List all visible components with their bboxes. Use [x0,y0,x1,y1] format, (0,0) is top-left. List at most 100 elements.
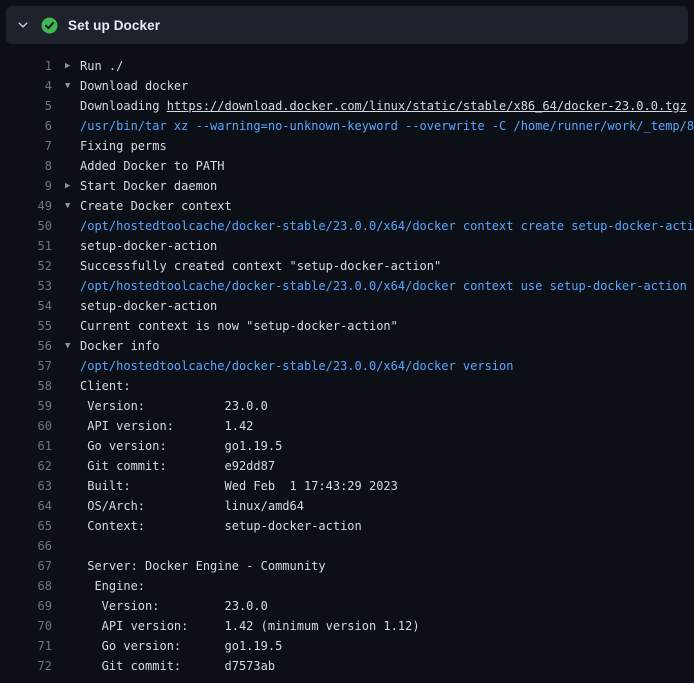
chevron-down-icon[interactable]: ▼ [52,76,80,96]
log-line: 1▶Run ./ [0,56,694,76]
line-number[interactable]: 68 [0,576,52,596]
gutter-space [52,156,80,176]
line-number[interactable]: 65 [0,516,52,536]
log-line: 56▼Docker info [0,336,694,356]
line-number[interactable]: 52 [0,256,52,276]
line-number[interactable]: 61 [0,436,52,456]
chevron-right-icon[interactable]: ▶ [52,176,80,196]
chevron-down-icon[interactable]: ▼ [52,196,80,216]
line-number[interactable]: 6 [0,116,52,136]
gutter-space [52,416,80,436]
log-line: 62 Git commit: e92dd87 [0,456,694,476]
log-line: 52 Successfully created context "setup-do… [0,256,694,276]
gutter-space [52,216,80,236]
log-text: Client: [80,376,131,396]
line-number[interactable]: 56 [0,336,52,356]
line-number[interactable]: 9 [0,176,52,196]
line-number[interactable]: 51 [0,236,52,256]
log-line: 6/usr/bin/tar xz --warning=no-unknown-ke… [0,116,694,136]
log-link[interactable]: https://download.docker.com/linux/static… [167,96,687,116]
line-number[interactable]: 66 [0,536,52,556]
line-number[interactable]: 62 [0,456,52,476]
group-title[interactable]: Create Docker context [80,196,232,216]
log-line: 8Added Docker to PATH [0,156,694,176]
line-number[interactable]: 69 [0,596,52,616]
line-number[interactable]: 49 [0,196,52,216]
gutter-space [52,256,80,276]
log-text: Go version: go1.19.5 [80,636,282,656]
group-title[interactable]: Download docker [80,76,188,96]
gutter-space [52,576,80,596]
line-number[interactable]: 54 [0,296,52,316]
log-line: 65 Context: setup-docker-action [0,516,694,536]
log-line: 67 Server: Docker Engine - Community [0,556,694,576]
gutter-space [52,136,80,156]
group-title[interactable]: Run ./ [80,56,123,76]
log-line: 68 Engine: [0,576,694,596]
log-line: 51setup-docker-action [0,236,694,256]
gutter-space [52,516,80,536]
gutter-space [52,456,80,476]
log-text: Successfully created context "setup-dock… [80,256,441,276]
chevron-down-icon[interactable]: ▼ [52,336,80,356]
log-text: API version: 1.42 [80,416,253,436]
step-header[interactable]: Set up Docker [6,6,688,44]
gutter-space [52,396,80,416]
chevron-right-icon[interactable]: ▶ [52,56,80,76]
gutter-space [52,376,80,396]
log-line: 61 Go version: go1.19.5 [0,436,694,456]
status-success-icon [40,16,58,34]
log-line: 66 [0,536,694,556]
line-number[interactable]: 1 [0,56,52,76]
gutter-space [52,116,80,136]
log: 1▶Run ./4▼Download docker5Downloading ht… [0,44,694,676]
line-number[interactable]: 53 [0,276,52,296]
line-number[interactable]: 67 [0,556,52,576]
line-number[interactable]: 58 [0,376,52,396]
line-number[interactable]: 70 [0,616,52,636]
log-line: 54setup-docker-action [0,296,694,316]
gutter-space [52,236,80,256]
gutter-space [52,616,80,636]
line-number[interactable]: 7 [0,136,52,156]
line-number[interactable]: 72 [0,656,52,676]
log-line: 63 Built: Wed Feb 1 17:43:29 2023 [0,476,694,496]
log-text: OS/Arch: linux/amd64 [80,496,304,516]
log-line: 70 API version: 1.42 (minimum version 1.… [0,616,694,636]
group-title[interactable]: Docker info [80,336,159,356]
line-number[interactable]: 50 [0,216,52,236]
gutter-space [52,276,80,296]
log-line: 58 Client: [0,376,694,396]
log-line: 69 Version: 23.0.0 [0,596,694,616]
log-line: 5 Downloading https://download.docker.com… [0,96,694,116]
log-line: 59 Version: 23.0.0 [0,396,694,416]
gutter-space [52,636,80,656]
gutter-space [52,296,80,316]
line-number[interactable]: 4 [0,76,52,96]
log-line: 7Fixing perms [0,136,694,156]
group-title[interactable]: Start Docker daemon [80,176,217,196]
log-text: Built: Wed Feb 1 17:43:29 2023 [80,476,398,496]
chevron-down-icon[interactable] [16,18,30,32]
line-number[interactable]: 71 [0,636,52,656]
gutter-space [52,556,80,576]
line-number[interactable]: 59 [0,396,52,416]
gutter-space [52,476,80,496]
line-number[interactable]: 55 [0,316,52,336]
log-line: 64 OS/Arch: linux/amd64 [0,496,694,516]
step-title: Set up Docker [68,18,160,33]
log-text: API version: 1.42 (minimum version 1.12) [80,616,420,636]
log-text: Context: setup-docker-action [80,516,362,536]
line-number[interactable]: 57 [0,356,52,376]
line-number[interactable]: 8 [0,156,52,176]
log-text: Server: Docker Engine - Community [80,556,326,576]
line-number[interactable]: 60 [0,416,52,436]
log-line: 9▶Start Docker daemon [0,176,694,196]
line-number[interactable]: 63 [0,476,52,496]
log-line: 49▼Create Docker context [0,196,694,216]
line-number[interactable]: 64 [0,496,52,516]
line-number[interactable]: 5 [0,96,52,116]
gutter-space [52,316,80,336]
log-line: 55Current context is now "setup-docker-a… [0,316,694,336]
log-text: Downloading [80,96,167,116]
